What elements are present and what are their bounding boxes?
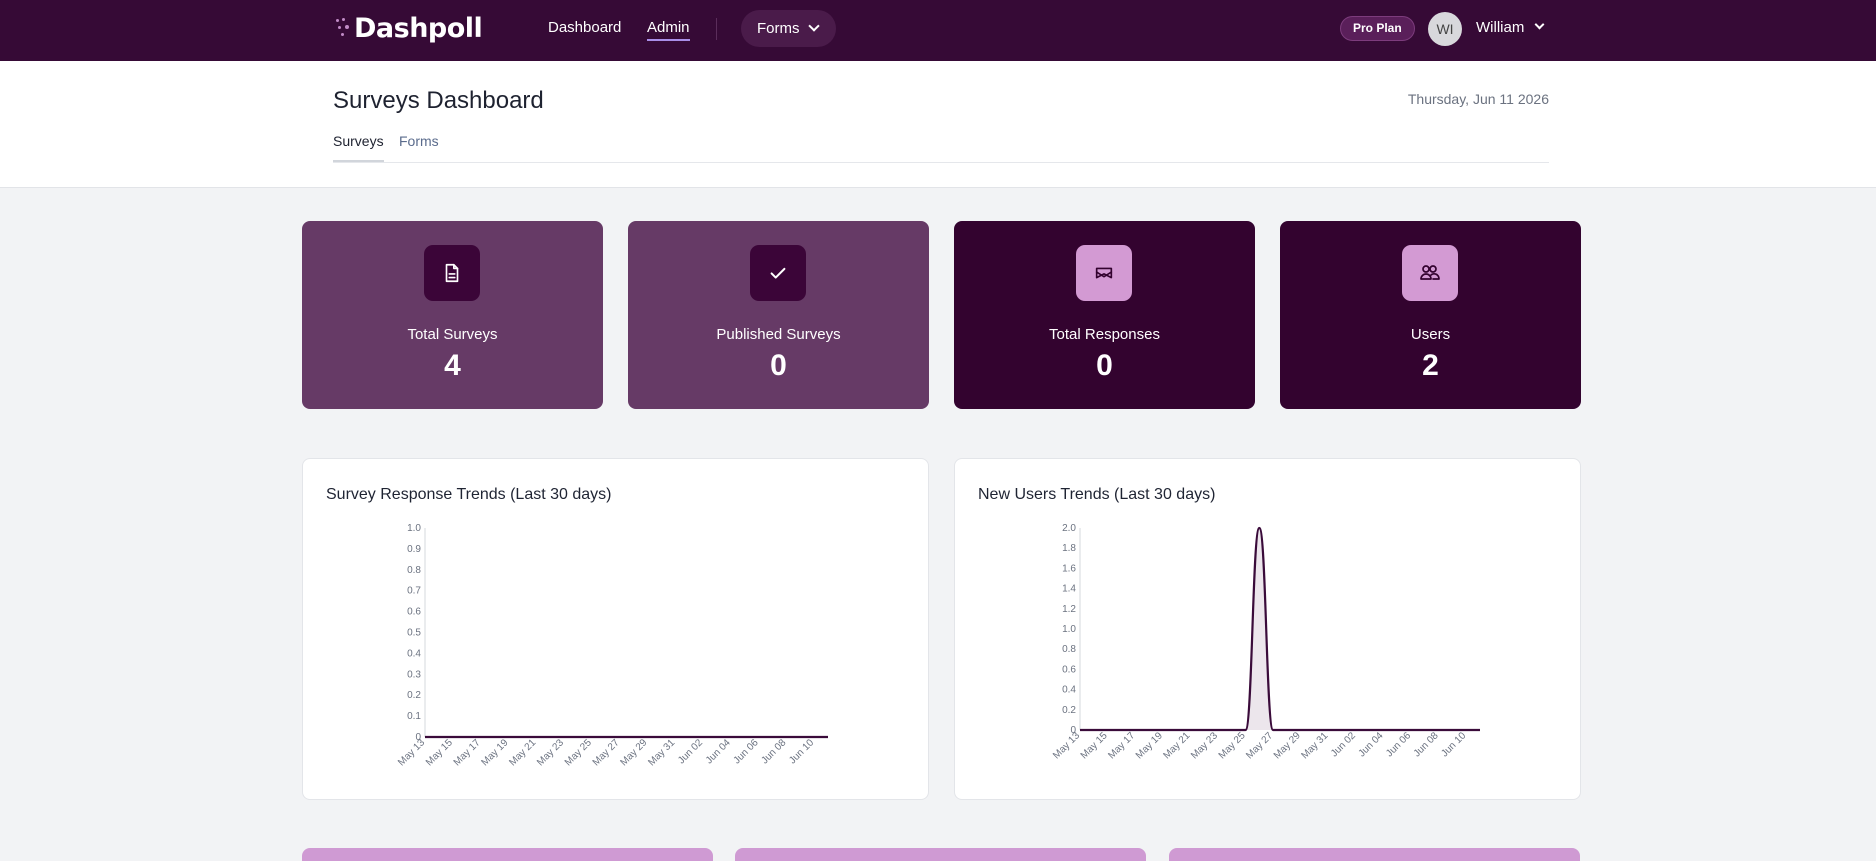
forms-dropdown-button[interactable]: Forms bbox=[741, 10, 836, 47]
x-tick-label: May 31 bbox=[1299, 730, 1330, 761]
x-tick-label: May 17 bbox=[452, 737, 483, 768]
stat-label: Users bbox=[1410, 326, 1451, 343]
x-tick-label: May 13 bbox=[1051, 730, 1082, 761]
chart-card-new-users: New Users Trends (Last 30 days) 0 0.2 0.4 0… bbox=[954, 458, 1581, 800]
x-tick-label: May 19 bbox=[1134, 730, 1165, 761]
x-tick-label: May 13 bbox=[396, 737, 427, 768]
y-tick-label: 0.6 bbox=[1062, 664, 1076, 675]
stat-card-published-surveys[interactable]: Published Surveys 0 bbox=[628, 221, 929, 409]
y-tick-label: 1.6 bbox=[1062, 563, 1076, 574]
y-tick-label: 0.8 bbox=[407, 565, 421, 576]
x-tick-label: May 15 bbox=[424, 737, 455, 768]
x-tick-label: May 29 bbox=[618, 737, 649, 768]
bottom-card bbox=[735, 848, 1146, 861]
forms-dropdown-label: Forms bbox=[757, 20, 800, 37]
chevron-down-icon bbox=[807, 19, 820, 32]
y-tick-label: 2.0 bbox=[1062, 523, 1076, 534]
current-date: Thursday, Jun 11 2026 bbox=[1407, 91, 1549, 107]
plan-badge[interactable]: Pro Plan bbox=[1340, 16, 1415, 41]
stat-label: Total Surveys bbox=[407, 326, 498, 343]
y-tick-label: 1.8 bbox=[1062, 543, 1076, 554]
x-tick-label: May 19 bbox=[480, 737, 511, 768]
x-tick-label: May 25 bbox=[563, 737, 594, 768]
x-tick-label: Jun 06 bbox=[1384, 730, 1413, 759]
x-tick-label: May 15 bbox=[1079, 730, 1110, 761]
nav-link-admin[interactable]: Admin bbox=[647, 19, 690, 41]
x-tick-label: Jun 06 bbox=[732, 737, 761, 766]
y-tick-label: 0.5 bbox=[407, 628, 421, 639]
nav-divider bbox=[716, 18, 717, 40]
y-tick-label: 0.1 bbox=[407, 711, 421, 722]
x-tick-label: Jun 08 bbox=[1412, 730, 1441, 759]
x-tick-label: May 21 bbox=[1161, 730, 1192, 761]
stat-value: 0 bbox=[770, 349, 787, 382]
x-tick-label: Jun 02 bbox=[676, 737, 705, 766]
user-name[interactable]: William bbox=[1476, 19, 1524, 36]
tab-forms[interactable]: Forms bbox=[399, 133, 439, 160]
logo-dots-icon bbox=[334, 13, 354, 43]
y-tick-label: 1.0 bbox=[1062, 624, 1076, 635]
stat-value: 4 bbox=[444, 349, 461, 382]
y-tick-label: 1.4 bbox=[1062, 584, 1076, 595]
x-tick-label: Jun 10 bbox=[787, 737, 816, 766]
y-tick-label: 0.8 bbox=[1062, 644, 1076, 655]
x-tick-label: May 23 bbox=[1189, 730, 1220, 761]
y-tick-label: 0.7 bbox=[407, 586, 421, 597]
check-icon bbox=[750, 245, 806, 301]
dashpoll-logo[interactable]: Dashpoll bbox=[334, 10, 483, 46]
bottom-card bbox=[1169, 848, 1580, 861]
x-tick-label: May 21 bbox=[507, 737, 538, 768]
stat-label: Total Responses bbox=[1049, 326, 1160, 343]
new-users-chart: 00.20.40.60.81.01.21.41.61.82.0May 13May… bbox=[1051, 523, 1480, 761]
bottom-card bbox=[302, 848, 713, 861]
y-tick-label: 0.6 bbox=[407, 607, 421, 618]
logo-text: Dashpoll bbox=[354, 12, 483, 44]
y-tick-label: 0.2 bbox=[1062, 705, 1076, 716]
stat-card-total-responses[interactable]: Total Responses 0 bbox=[954, 221, 1255, 409]
tabs-divider bbox=[333, 162, 1549, 163]
stat-card-users[interactable]: Users 2 bbox=[1280, 221, 1581, 409]
stat-value: 2 bbox=[1422, 349, 1439, 382]
y-tick-label: 0.2 bbox=[407, 690, 421, 701]
y-tick-label: 0.9 bbox=[407, 544, 421, 555]
x-tick-label: May 25 bbox=[1217, 730, 1248, 761]
x-tick-label: Jun 04 bbox=[1357, 730, 1386, 759]
x-tick-label: May 29 bbox=[1272, 730, 1303, 761]
document-icon bbox=[424, 245, 480, 301]
y-tick-label: 1.2 bbox=[1062, 604, 1076, 615]
user-menu-chevron-icon[interactable] bbox=[1534, 19, 1545, 30]
series-area bbox=[1080, 528, 1480, 730]
x-tick-label: May 27 bbox=[1244, 730, 1275, 761]
stat-label: Published Surveys bbox=[716, 326, 841, 343]
nav-link-dashboard[interactable]: Dashboard bbox=[548, 19, 621, 36]
y-tick-label: 0.4 bbox=[407, 648, 421, 659]
y-tick-label: 0.3 bbox=[407, 669, 421, 680]
x-tick-label: May 31 bbox=[646, 737, 677, 768]
top-nav: Dashpoll Dashboard Admin Forms Pro Plan … bbox=[0, 0, 1876, 61]
inbox-icon bbox=[1076, 245, 1132, 301]
stat-card-total-surveys[interactable]: Total Surveys 4 bbox=[302, 221, 603, 409]
page-header: Surveys Dashboard Thursday, Jun 11 2026 … bbox=[0, 61, 1876, 188]
stat-value: 0 bbox=[1096, 349, 1113, 382]
x-tick-label: Jun 04 bbox=[704, 737, 733, 766]
tab-surveys[interactable]: Surveys bbox=[333, 133, 384, 162]
y-tick-label: 1.0 bbox=[407, 523, 421, 534]
x-tick-label: Jun 08 bbox=[759, 737, 788, 766]
chart-card-survey-responses: Survey Response Trends (Last 30 days) 00… bbox=[302, 458, 929, 800]
page-title: Surveys Dashboard bbox=[333, 87, 544, 114]
x-tick-label: Jun 02 bbox=[1329, 730, 1358, 759]
users-icon bbox=[1402, 245, 1458, 301]
x-tick-label: May 23 bbox=[535, 737, 566, 768]
survey-response-chart: 00.10.20.30.40.50.60.70.80.91.0May 13May… bbox=[396, 523, 828, 768]
series-line bbox=[1079, 526, 1480, 732]
x-tick-label: May 17 bbox=[1106, 730, 1137, 761]
avatar[interactable]: WI bbox=[1428, 12, 1462, 46]
x-tick-label: May 27 bbox=[591, 737, 622, 768]
x-tick-label: Jun 10 bbox=[1439, 730, 1468, 759]
y-tick-label: 0.4 bbox=[1062, 685, 1076, 696]
